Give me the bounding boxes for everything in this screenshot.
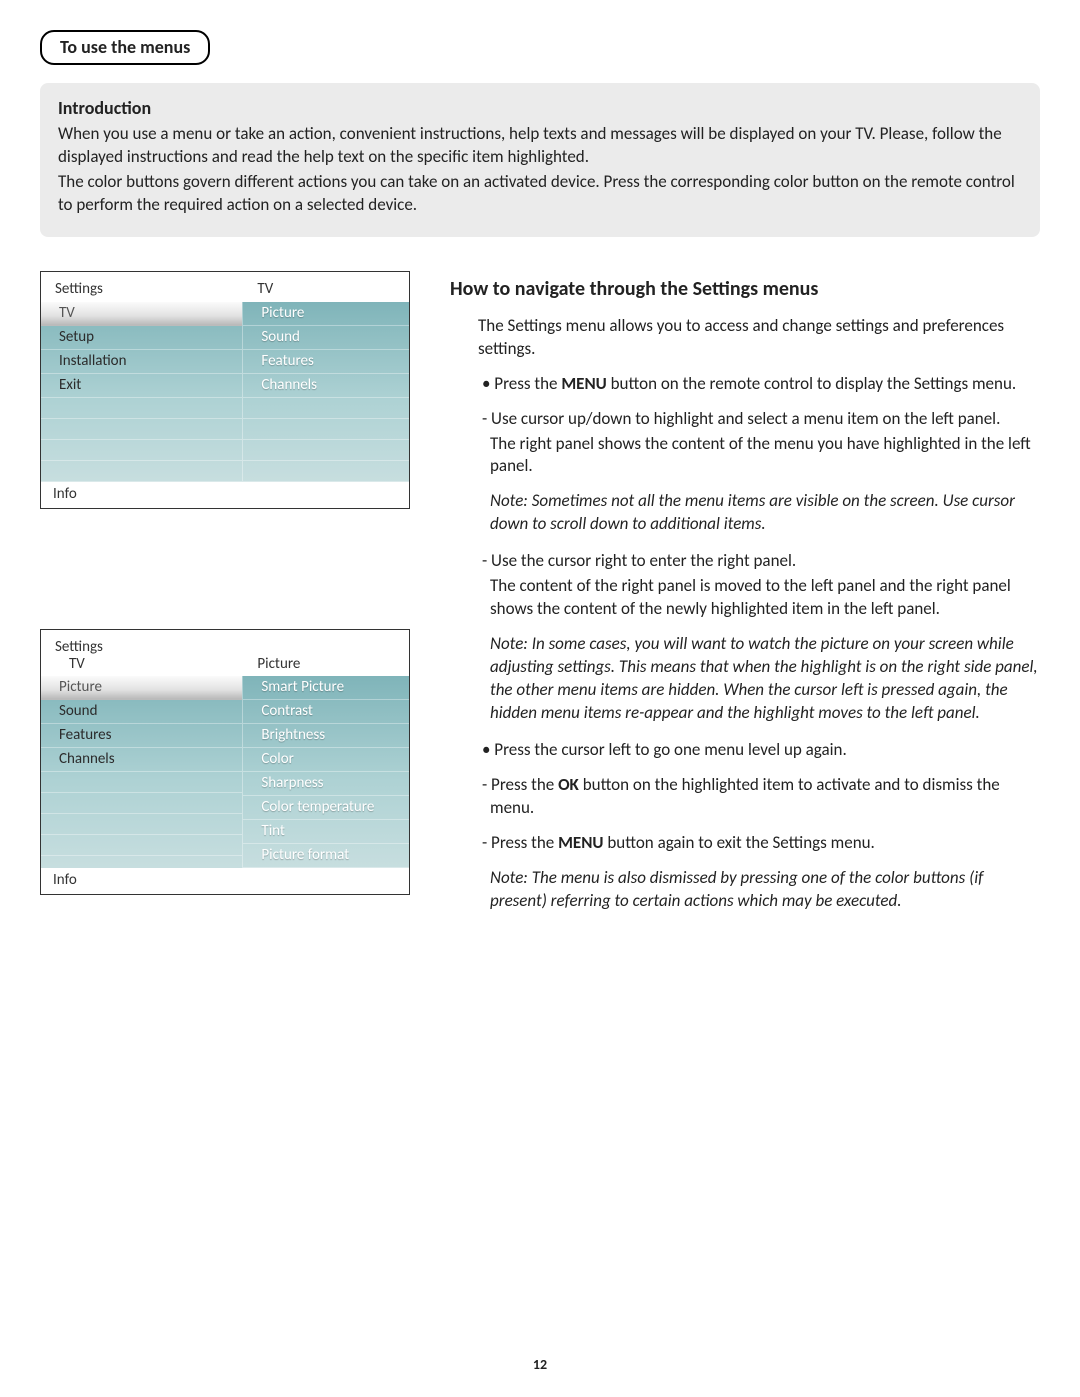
figure2-left-item: Picture: [41, 676, 242, 700]
figure1-right-item: Channels: [243, 374, 409, 398]
figure1-left-item: Setup: [41, 326, 242, 350]
figure2-left-empty: [41, 793, 242, 814]
navigate-settings-title: How to navigate through the Settings men…: [450, 277, 1040, 301]
section-tab: To use the menus: [40, 30, 210, 65]
figure2-left-item: Sound: [41, 700, 242, 724]
paragraph: The right panel shows the content of the…: [478, 433, 1040, 479]
figure1-right-item: Sound: [243, 326, 409, 350]
figure1-left-item: Exit: [41, 374, 242, 398]
settings-menu-figure-2: Settings TV Picture Picture Sound Featur…: [40, 629, 410, 895]
paragraph: The content of the right panel is moved …: [478, 575, 1040, 621]
introduction-paragraph-2: The color buttons govern different actio…: [58, 171, 1022, 217]
figure2-sub-left: TV: [41, 657, 243, 676]
settings-menu-figure-1: Settings TV TV Setup Installation Exit P…: [40, 271, 410, 509]
figure1-footer: Info: [41, 482, 409, 508]
bullet-menu-button: • Press the MENU button on the remote co…: [478, 373, 1040, 396]
note-3: Note: The menu is also dismissed by pres…: [478, 867, 1040, 913]
figure1-right-empty: [243, 440, 409, 461]
figure1-left-empty: [41, 461, 242, 482]
figure1-left-item: TV: [41, 302, 242, 326]
figure1-right-item: Picture: [243, 302, 409, 326]
figure1-right-item: Features: [243, 350, 409, 374]
figure1-left-empty: [41, 398, 242, 419]
figure1-header-left: Settings: [41, 272, 243, 302]
figure2-header: Settings: [41, 630, 409, 657]
figure1-right-empty: [243, 461, 409, 482]
figure2-left-item: Features: [41, 724, 242, 748]
bullet-ok-button: - Press the OK button on the highlighted…: [478, 774, 1040, 820]
introduction-heading: Introduction: [58, 97, 1022, 119]
figure2-footer: Info: [41, 868, 409, 894]
introduction-paragraph-1: When you use a menu or take an action, c…: [58, 123, 1022, 169]
note-2: Note: In some cases, you will want to wa…: [478, 633, 1040, 725]
figure2-left-empty: [41, 814, 242, 835]
figure2-left-empty: [41, 835, 242, 856]
figure2-right-item: Contrast: [243, 700, 409, 724]
note-1: Note: Sometimes not all the menu items a…: [478, 490, 1040, 536]
bullet-cursor-updown: - Use cursor up/down to highlight and se…: [478, 408, 1040, 431]
figure1-right-empty: [243, 419, 409, 440]
page-number: 12: [0, 1356, 1080, 1373]
figure1-left-empty: [41, 440, 242, 461]
figure2-right-item: Color temperature: [243, 796, 409, 820]
figure1-right-empty: [243, 398, 409, 419]
figure2-right-item: Brightness: [243, 724, 409, 748]
figure2-right-item: Smart Picture: [243, 676, 409, 700]
bullet-menu-exit: - Press the MENU button again to exit th…: [478, 832, 1040, 855]
figure2-left-item: Channels: [41, 748, 242, 772]
figure2-sub-right: Picture: [243, 657, 409, 676]
figure1-header-right: TV: [243, 272, 409, 302]
introduction-box: Introduction When you use a menu or take…: [40, 83, 1040, 237]
figure2-right-item: Picture format: [243, 844, 409, 868]
figure1-left-item: Installation: [41, 350, 242, 374]
figure2-right-item: Tint: [243, 820, 409, 844]
bullet-cursor-left: • Press the cursor left to go one menu l…: [478, 739, 1040, 762]
figure2-right-item: Color: [243, 748, 409, 772]
paragraph: The Settings menu allows you to access a…: [478, 315, 1040, 361]
figure1-left-empty: [41, 419, 242, 440]
bullet-cursor-right: - Use the cursor right to enter the righ…: [478, 550, 1040, 573]
figure2-left-empty: [41, 772, 242, 793]
figure2-right-item: Sharpness: [243, 772, 409, 796]
